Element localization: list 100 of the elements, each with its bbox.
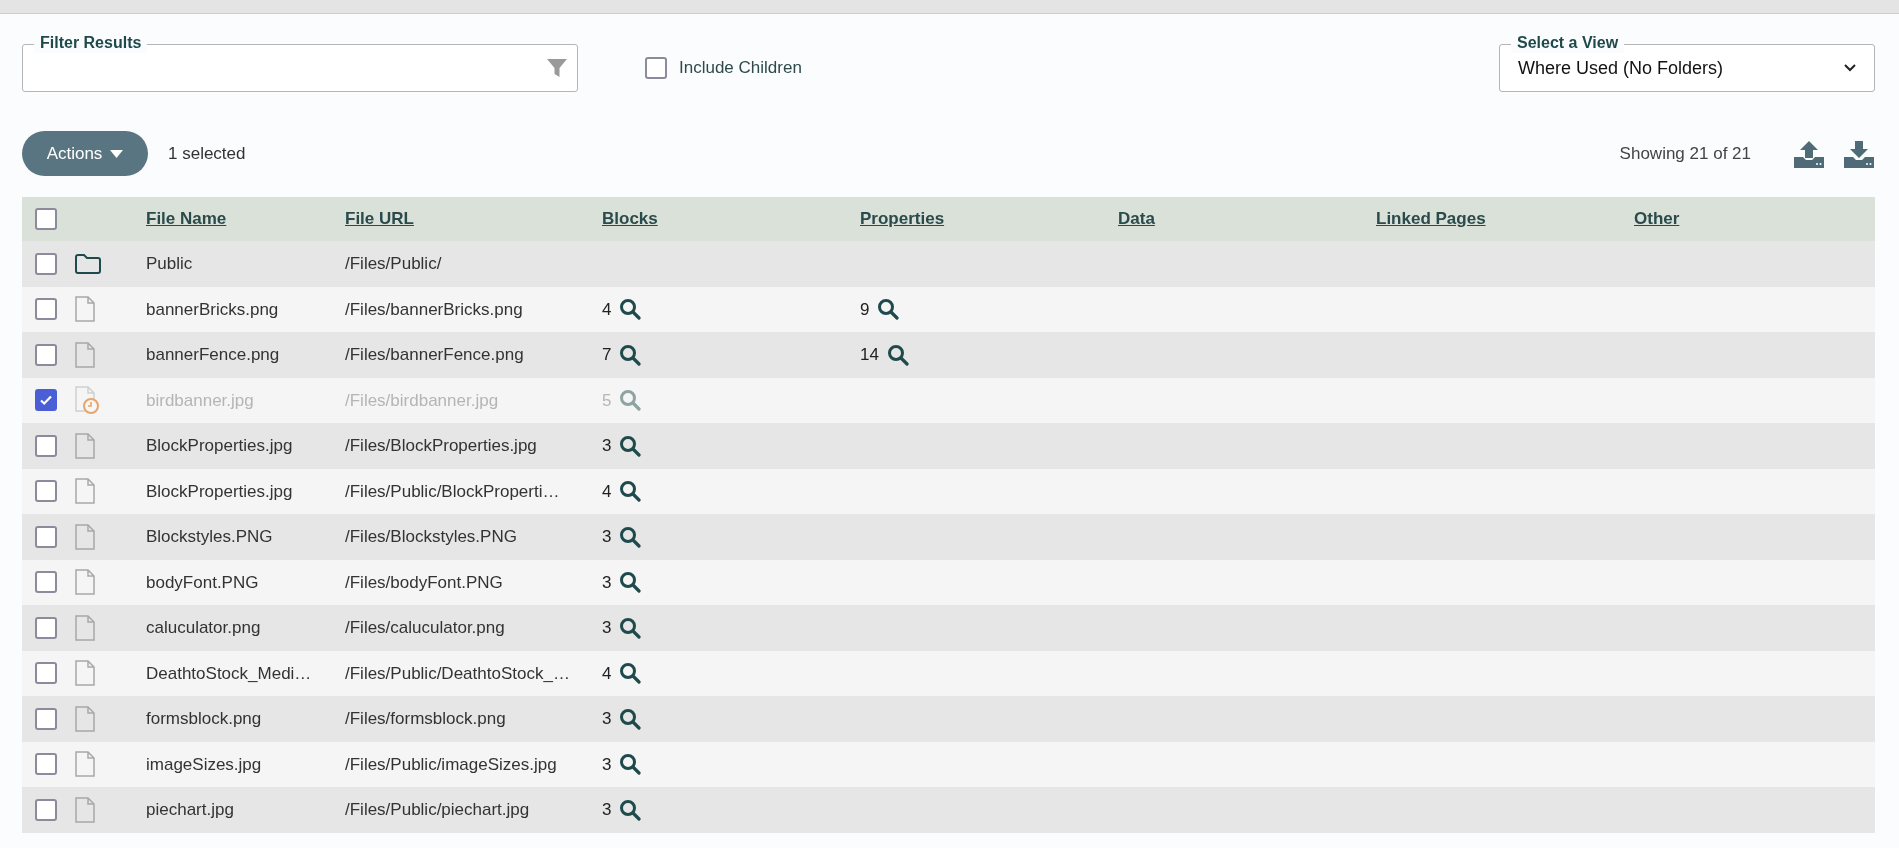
- file-name: imageSizes.jpg: [146, 754, 262, 774]
- column-header[interactable]: Linked Pages: [1376, 209, 1486, 229]
- table-row[interactable]: bodyFont.PNG /Files/bodyFont.PNG 3: [22, 559, 1875, 605]
- search-icon[interactable]: [877, 298, 900, 321]
- checkbox[interactable]: [35, 343, 57, 366]
- column-header[interactable]: Properties: [860, 209, 945, 229]
- block-count: 3: [602, 526, 612, 548]
- filter-icon: [546, 57, 568, 79]
- table-row[interactable]: Blockstyles.PNG /Files/Blockstyles.PNG 3: [22, 514, 1875, 560]
- search-icon[interactable]: [619, 662, 642, 685]
- checkbox[interactable]: [35, 208, 57, 230]
- table-row[interactable]: bannerFence.png /Files/bannerFence.png 7 14: [22, 332, 1875, 378]
- file-name: caluculator.png: [146, 618, 261, 637]
- table-row[interactable]: bannerBricks.png /Files/bannerBricks.png 4 9: [22, 286, 1875, 332]
- checkbox[interactable]: [35, 298, 57, 321]
- file-icon: [74, 704, 96, 733]
- file-icon: [74, 613, 96, 642]
- file-icon: [74, 477, 96, 506]
- table-row[interactable]: Public /Files/Public/: [22, 241, 1875, 287]
- search-icon[interactable]: [619, 571, 642, 594]
- property-count: 9: [860, 298, 870, 321]
- file-url: /Files/bannerFence.png: [345, 345, 524, 364]
- block-count: 3: [602, 753, 612, 776]
- checkbox[interactable]: [35, 571, 57, 594]
- field-label: Select a View: [1511, 33, 1625, 53]
- checkbox[interactable]: [35, 798, 57, 821]
- file-name: birdbanner.jpg: [146, 390, 254, 410]
- file-name: DeathtoStock_Medi…: [146, 663, 312, 683]
- search-icon[interactable]: [619, 480, 642, 503]
- column-header[interactable]: Data: [1118, 209, 1155, 229]
- checkbox[interactable]: [35, 252, 57, 275]
- property-count: 14: [860, 344, 879, 366]
- search-icon[interactable]: [619, 298, 642, 321]
- checkbox[interactable]: [35, 753, 57, 776]
- file-icon: [74, 522, 96, 551]
- selection-count: 1 selected: [168, 142, 246, 165]
- checkbox[interactable]: [35, 434, 57, 457]
- block-count: 5: [602, 389, 612, 412]
- column-header[interactable]: Blocks: [602, 209, 658, 229]
- block-count: 3: [602, 571, 612, 594]
- file-icon: [74, 295, 96, 324]
- file-url: /Files/Public/: [345, 254, 442, 273]
- block-count: 3: [602, 435, 612, 457]
- file-url: /Files/Public/BlockProperti…: [345, 481, 560, 501]
- file-name: Public: [146, 254, 193, 273]
- file-icon: [74, 431, 96, 460]
- file-name: Blockstyles.PNG: [146, 527, 273, 546]
- file-name: formsblock.png: [146, 709, 262, 728]
- file-icon: [74, 750, 96, 779]
- table-row[interactable]: DeathtoStock_Medi… /Files/Public/DeathtoStock_… 4: [22, 650, 1875, 696]
- table-row[interactable]: piechart.jpg /Files/Public/piechart.jpg 3: [22, 787, 1875, 833]
- field-label: Filter Results: [34, 33, 148, 53]
- checkbox[interactable]: [35, 707, 57, 730]
- download-icon[interactable]: [1843, 138, 1875, 169]
- file-url: /Files/Public/imageSizes.jpg: [345, 754, 557, 774]
- table-row[interactable]: imageSizes.jpg /Files/Public/imageSizes.jpg 3: [22, 741, 1875, 787]
- search-icon[interactable]: [619, 753, 642, 776]
- search-icon[interactable]: [619, 707, 642, 730]
- checkmark-icon: [39, 393, 53, 408]
- block-count: 7: [602, 344, 612, 366]
- checkbox[interactable]: [35, 662, 57, 685]
- file-clock-icon: [74, 385, 100, 416]
- file-url: /Files/BlockProperties.jpg: [345, 436, 537, 455]
- column-header[interactable]: File Name: [146, 209, 227, 229]
- file-icon: [74, 659, 96, 688]
- checkbox[interactable]: [35, 480, 57, 503]
- file-name: bannerBricks.png: [146, 299, 279, 319]
- checkbox-label: Include Children: [679, 57, 802, 80]
- table-row[interactable]: formsblock.png /Files/formsblock.png 3: [22, 696, 1875, 742]
- column-header[interactable]: File URL: [345, 209, 414, 229]
- chevron-icon: [1844, 64, 1856, 72]
- search-icon[interactable]: [886, 343, 909, 366]
- table-row[interactable]: caluculator.png /Files/caluculator.png 3: [22, 605, 1875, 651]
- table-row[interactable]: BlockProperties.jpg /Files/BlockProperties.jpg 3: [22, 423, 1875, 469]
- actions-button[interactable]: Actions: [22, 131, 148, 176]
- file-name: bannerFence.png: [146, 345, 280, 364]
- search-icon[interactable]: [619, 343, 642, 366]
- checkbox[interactable]: [645, 57, 667, 79]
- search-icon[interactable]: [619, 798, 642, 821]
- search-icon[interactable]: [619, 616, 642, 639]
- checkbox[interactable]: [35, 616, 57, 639]
- block-count: 4: [602, 480, 612, 503]
- table-row[interactable]: BlockProperties.jpg /Files/Public/BlockProperti… 4: [22, 468, 1875, 514]
- caret-icon: [110, 149, 124, 158]
- file-icon: [74, 568, 96, 597]
- file-name: BlockProperties.jpg: [146, 481, 293, 501]
- file-url: /Files/Blockstyles.PNG: [345, 527, 517, 546]
- upload-icon[interactable]: [1793, 138, 1825, 169]
- search-icon[interactable]: [619, 434, 642, 457]
- file-url: /Files/birdbanner.jpg: [345, 390, 499, 410]
- block-count: 3: [602, 799, 612, 821]
- folder-icon: [74, 252, 102, 275]
- column-header[interactable]: Other: [1634, 209, 1680, 229]
- checkbox[interactable]: [35, 525, 57, 548]
- file-url: /Files/Public/DeathtoStock_…: [345, 663, 570, 683]
- block-count: 4: [602, 298, 612, 321]
- file-url: /Files/formsblock.png: [345, 709, 506, 728]
- block-count: 4: [602, 662, 612, 685]
- file-icon: [74, 795, 96, 824]
- search-icon[interactable]: [619, 525, 642, 548]
